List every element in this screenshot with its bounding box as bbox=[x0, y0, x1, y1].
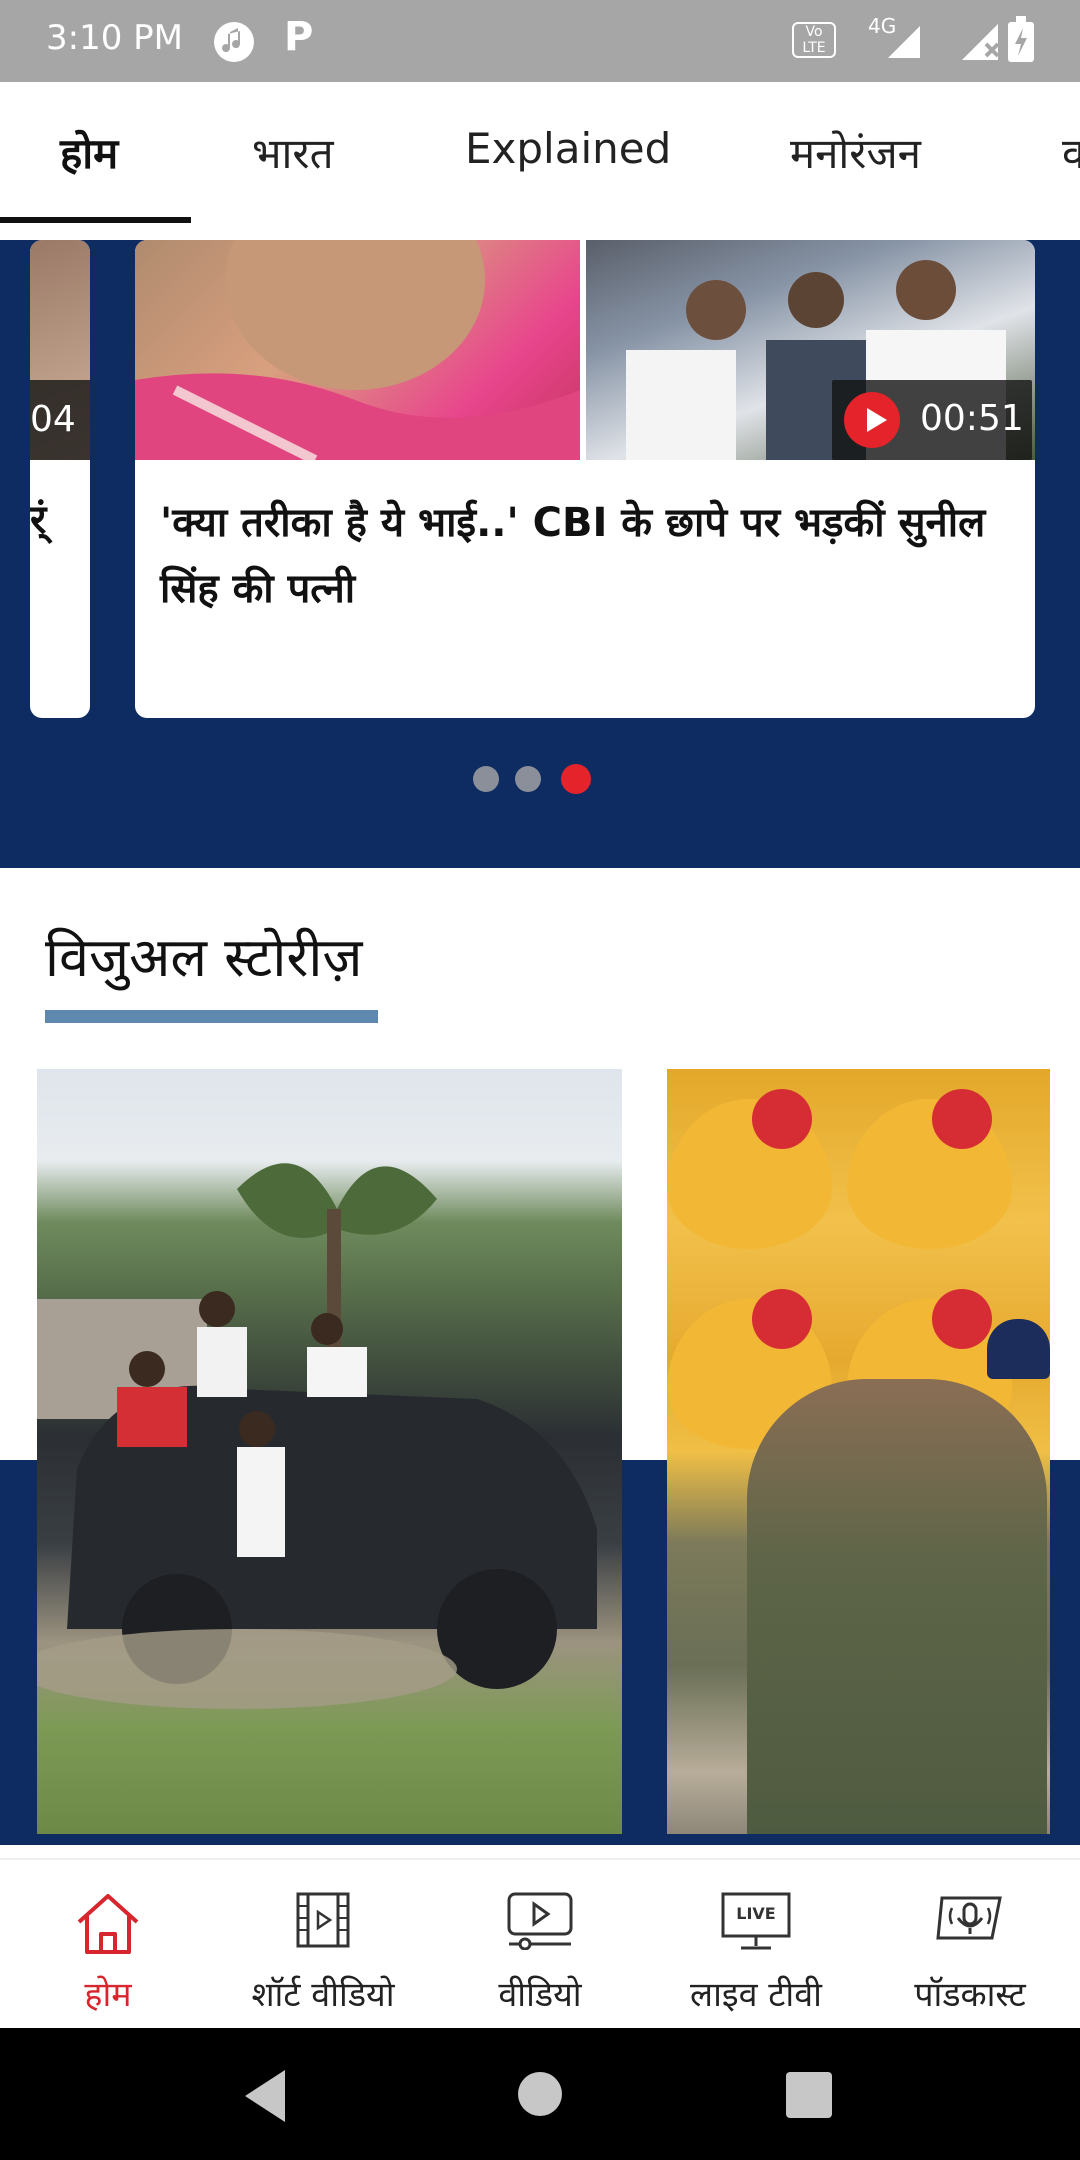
carousel-dot-active[interactable] bbox=[561, 764, 591, 794]
nav-home[interactable]: होम bbox=[20, 1860, 196, 2030]
section-title-visual-stories: विजुअल स्टोरीज़ bbox=[45, 926, 363, 989]
status-bar: 3:10 PM P Vo LTE 4G bbox=[0, 0, 1080, 82]
nav-label: लाइव टीवी bbox=[690, 1975, 822, 2015]
video-carousel: 04 र्ं 00:51 'क्या तरीका है ये भाई..' CB… bbox=[0, 240, 1080, 868]
no-signal-icon bbox=[958, 16, 1006, 68]
video-headline[interactable]: 'क्या तरीका है ये भाई..' CBI के छापे पर … bbox=[160, 490, 1020, 622]
turban-shape bbox=[987, 1319, 1050, 1379]
back-icon[interactable] bbox=[245, 2070, 285, 2122]
category-tabs: होम भारत Explained मनोरंजन व bbox=[0, 82, 1080, 227]
story-image-shape bbox=[847, 1089, 1012, 1249]
nav-live-tv[interactable]: LIVE लाइव टीवी bbox=[664, 1860, 848, 2030]
active-tab-indicator bbox=[0, 217, 191, 223]
tab-next-partial[interactable]: व bbox=[1062, 124, 1080, 181]
system-navigation-bar bbox=[0, 2028, 1080, 2160]
carousel-card-video[interactable]: 00:51 'क्या तरीका है ये भाई..' CBI के छा… bbox=[135, 240, 1035, 718]
tab-explained[interactable]: Explained bbox=[465, 124, 671, 173]
tab-manoranjan[interactable]: मनोरंजन bbox=[790, 124, 921, 181]
tab-bharat[interactable]: भारत bbox=[252, 124, 334, 181]
nav-short-video[interactable]: शॉर्ट वीडियो bbox=[230, 1860, 416, 2030]
video-duration: 04 bbox=[30, 380, 90, 460]
film-strip-icon bbox=[294, 1890, 352, 1954]
battery-charging-icon bbox=[1008, 16, 1034, 66]
live-badge: LIVE bbox=[736, 1904, 776, 1923]
play-icon bbox=[844, 392, 900, 448]
volte-icon: Vo LTE bbox=[792, 22, 836, 58]
tab-home[interactable]: होम bbox=[60, 124, 118, 181]
carousel-dot[interactable] bbox=[473, 766, 499, 792]
bottom-navigation: होम शॉर्ट वीडियो वीडियो LIVE लाइव टीवी प… bbox=[0, 1858, 1080, 2030]
carousel-pagination bbox=[0, 764, 1080, 796]
nav-podcast[interactable]: पॉडकास्ट bbox=[880, 1860, 1060, 2030]
recent-apps-icon[interactable] bbox=[786, 2072, 832, 2118]
carousel-card-previous[interactable]: 04 र्ं bbox=[30, 240, 90, 718]
video-play-icon bbox=[505, 1890, 575, 1954]
nav-label: शॉर्ट वीडियो bbox=[251, 1975, 395, 2015]
nav-label: होम bbox=[84, 1975, 132, 2015]
p-app-icon: P bbox=[284, 14, 314, 60]
nav-label: वीडियो bbox=[498, 1975, 582, 2015]
section-title-underline bbox=[45, 1010, 378, 1023]
nav-label: पॉडकास्ट bbox=[914, 1975, 1026, 2015]
visual-story-card[interactable] bbox=[667, 1069, 1050, 1834]
live-tv-icon: LIVE bbox=[719, 1890, 793, 1956]
home-icon bbox=[73, 1890, 143, 1960]
home-circle-icon[interactable] bbox=[518, 2072, 562, 2116]
story-image-shape bbox=[747, 1379, 1047, 1834]
podcast-mic-icon bbox=[934, 1890, 1006, 1950]
status-time: 3:10 PM bbox=[46, 18, 183, 58]
video-duration-badge: 00:51 bbox=[832, 380, 1032, 460]
visual-story-card[interactable] bbox=[37, 1069, 622, 1834]
video-duration: 00:51 bbox=[920, 398, 1024, 439]
card-title-partial: र्ं bbox=[30, 497, 47, 543]
nav-video[interactable]: वीडियो bbox=[450, 1860, 630, 2030]
story-image-shape bbox=[667, 1089, 832, 1249]
music-app-icon bbox=[214, 22, 254, 62]
carousel-dot[interactable] bbox=[515, 766, 541, 792]
video-thumbnail-left bbox=[135, 240, 580, 465]
